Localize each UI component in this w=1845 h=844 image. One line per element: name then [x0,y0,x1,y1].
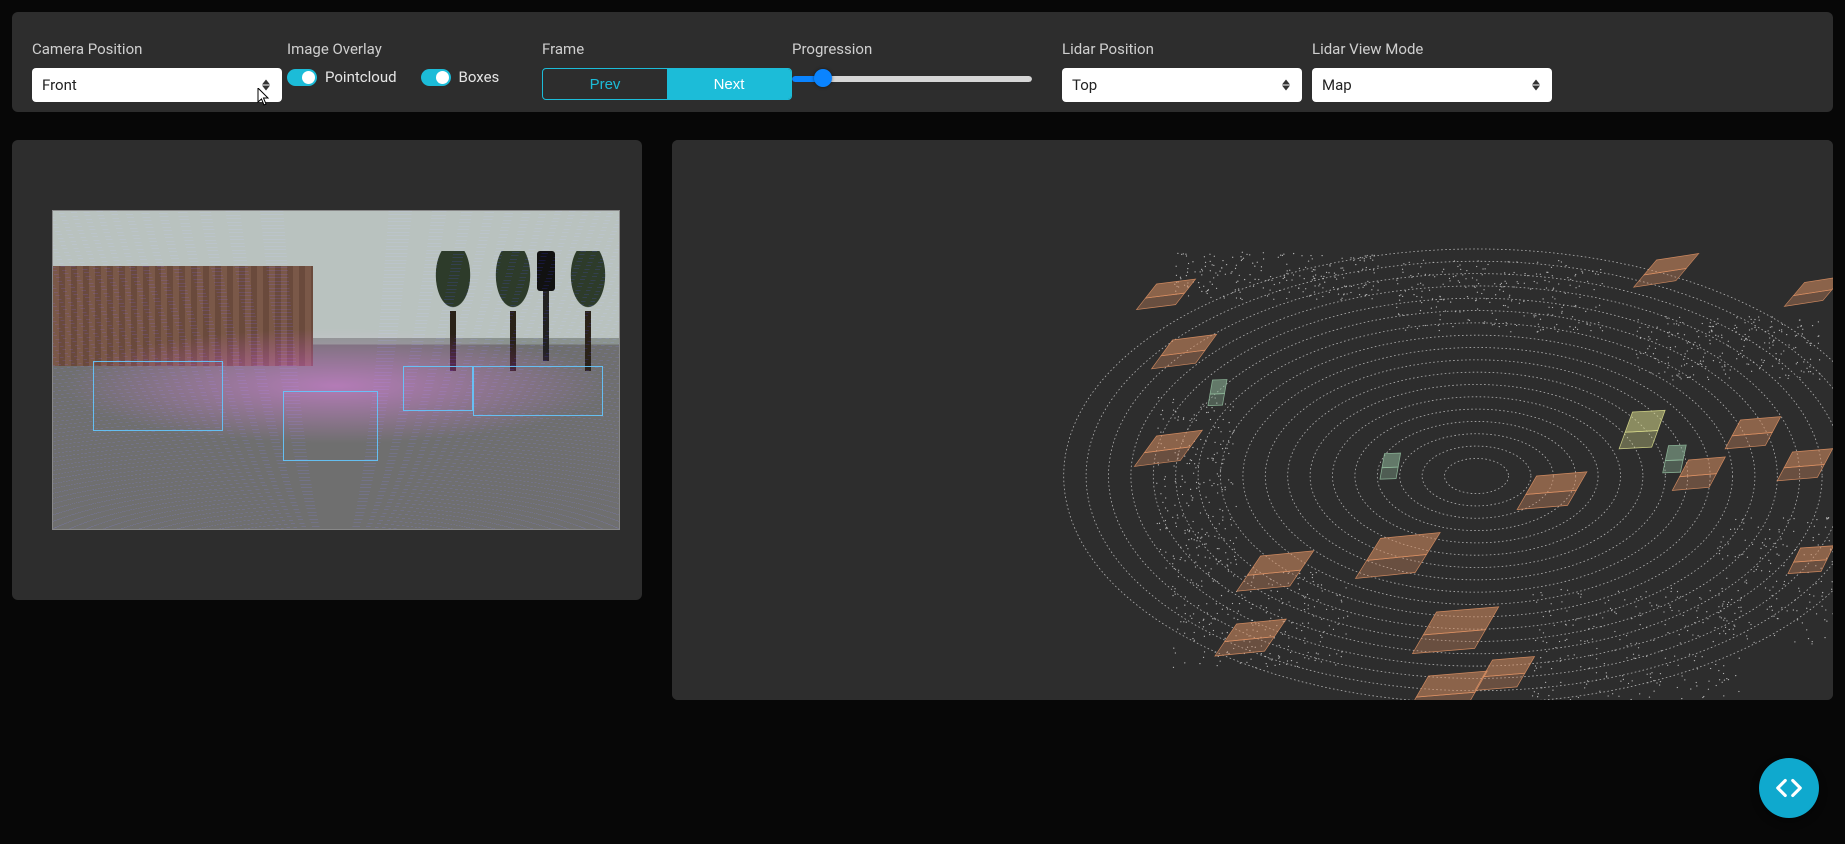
pointcloud-toggle-label: Pointcloud [325,68,397,86]
panels [12,140,1833,832]
lidar-bbox [1517,472,1587,510]
code-toggle-icon [1774,773,1804,803]
lidar-position-value: Top [1072,76,1097,94]
select-caret-icon [1532,80,1540,91]
camera-image[interactable] [52,210,620,530]
progression-thumb[interactable] [814,69,832,87]
lidar-view-mode-select[interactable]: Map [1312,68,1552,102]
image-overlay-group: Image Overlay Pointcloud Boxes [287,40,517,86]
select-caret-icon [262,80,270,91]
pointcloud-toggle-row: Pointcloud [287,68,397,86]
lidar-bbox [1634,254,1699,288]
select-caret-icon [1282,80,1290,91]
lidar-bbox [1725,417,1780,449]
code-toggle-fab[interactable] [1759,758,1819,818]
camera-position-value: Front [42,76,77,94]
pointcloud-toggle[interactable] [287,69,317,86]
lidar-bbox [1152,334,1217,368]
detection-bbox [93,361,223,431]
lidar-panel[interactable] [672,140,1833,700]
lidar-view-mode-group: Lidar View Mode Map [1312,40,1552,102]
frame-group: Frame Prev Next [542,40,792,100]
camera-position-select[interactable]: Front [32,68,282,102]
lidar-bbox [1208,379,1227,405]
lidar-bbox [1380,453,1401,479]
lidar-position-select[interactable]: Top [1062,68,1302,102]
lidar-bbox [1663,445,1687,473]
camera-panel [12,140,642,600]
lidar-bbox [1356,533,1441,579]
lidar-bbox [1136,279,1195,310]
detection-bbox [473,366,603,416]
prev-button[interactable]: Prev [543,69,667,99]
lidar-bbox [1619,410,1665,448]
detection-bbox [283,391,378,461]
lidar-bbox [1134,430,1202,466]
boxes-toggle-row: Boxes [421,68,500,86]
boxes-toggle[interactable] [421,69,451,86]
lidar-position-group: Lidar Position Top [1062,40,1302,102]
frame-label: Frame [542,40,792,58]
boxes-toggle-label: Boxes [459,68,500,86]
lidar-bbox [1215,619,1286,656]
lidar-view-mode-label: Lidar View Mode [1312,40,1552,58]
control-bar: Camera Position Front Image Overlay Poin… [12,12,1833,112]
lidar-bbox [1237,551,1314,591]
progression-slider[interactable] [792,76,1032,82]
progression-label: Progression [792,40,1052,58]
frame-segmented: Prev Next [542,68,792,100]
next-button[interactable]: Next [667,69,791,99]
detection-bbox [403,366,473,411]
camera-position-group: Camera Position Front [32,40,282,102]
image-overlay-label: Image Overlay [287,40,517,58]
progression-group: Progression [792,40,1052,82]
lidar-bbox [1777,449,1832,481]
lidar-bbox [1784,276,1833,306]
lidar-position-label: Lidar Position [1062,40,1302,58]
camera-position-label: Camera Position [32,40,282,58]
lidar-bbox [1406,671,1487,700]
lidar-stage[interactable] [672,140,1833,700]
lidar-view-mode-value: Map [1322,76,1352,94]
